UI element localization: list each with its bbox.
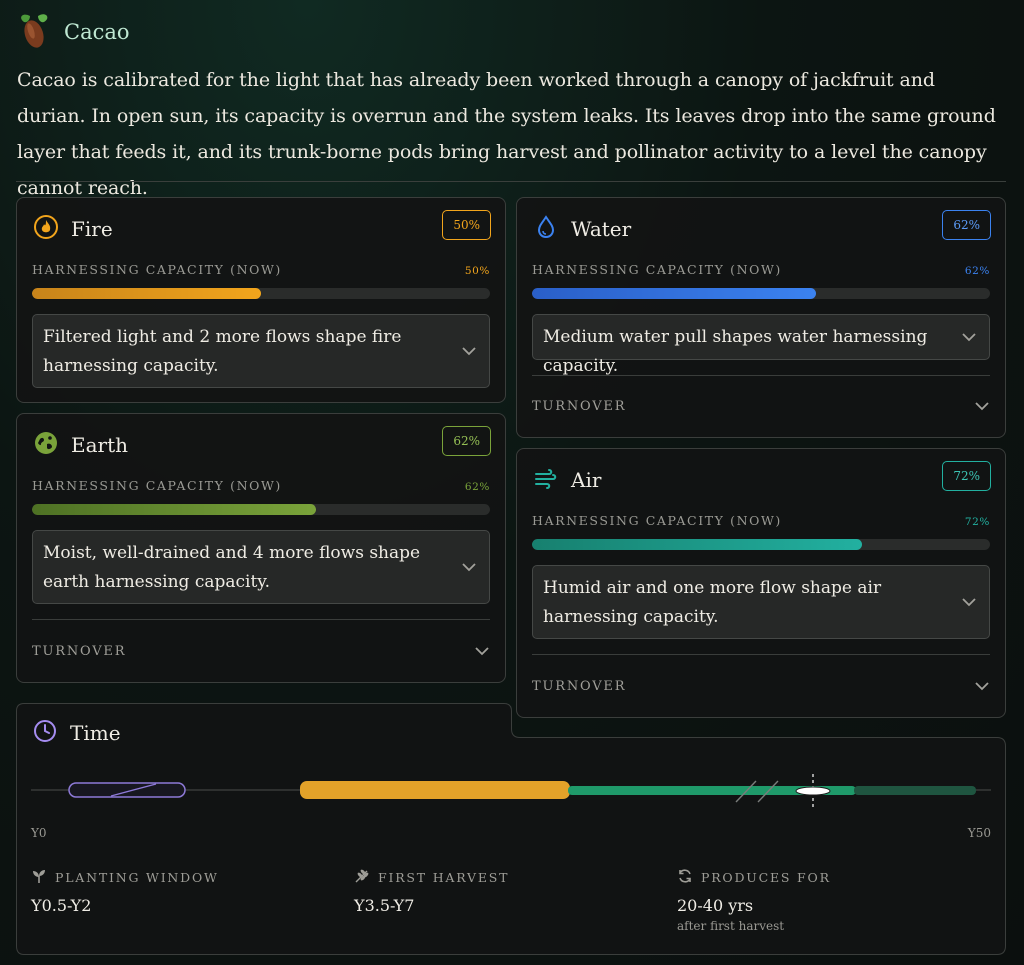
water-turnover-toggle[interactable]: TURNOVER bbox=[532, 391, 990, 421]
water-capacity-fill bbox=[532, 288, 816, 299]
intro-paragraph: Cacao is calibrated for the light that h… bbox=[17, 69, 996, 199]
water-flows-text: Medium water pull shapes water harnessin… bbox=[543, 327, 928, 376]
clock-icon bbox=[32, 718, 58, 748]
produces-for-sub: after first harvest bbox=[677, 919, 785, 933]
earth-title: Earth bbox=[71, 433, 129, 457]
air-turnover-toggle[interactable]: TURNOVER bbox=[532, 671, 990, 701]
planting-window-value: Y0.5-Y2 bbox=[31, 896, 92, 915]
fire-capacity-fill bbox=[32, 288, 261, 299]
produces-extended-bar bbox=[854, 786, 976, 795]
air-turnover-label: TURNOVER bbox=[532, 678, 627, 694]
wind-icon bbox=[533, 465, 559, 495]
time-card-outline bbox=[16, 703, 1006, 955]
air-flows-dropdown[interactable]: Humid air and one more flow shape air ha… bbox=[532, 565, 990, 639]
planting-window-stat: PLANTING WINDOW Y0.5-Y2 bbox=[31, 866, 219, 915]
divider bbox=[16, 181, 1006, 182]
planting-window-bar bbox=[68, 782, 186, 798]
chevron-down-icon bbox=[475, 647, 489, 656]
earth-capacity-fill bbox=[32, 504, 316, 515]
fire-badge: 50% bbox=[442, 210, 491, 240]
earth-card: Earth 62% HARNESSING CAPACITY (NOW) 62% … bbox=[16, 413, 506, 683]
fire-flows-dropdown[interactable]: Filtered light and 2 more flows shape fi… bbox=[32, 314, 490, 388]
water-separator bbox=[532, 375, 990, 376]
chevron-down-icon bbox=[462, 347, 476, 356]
earth-turnover-toggle[interactable]: TURNOVER bbox=[32, 636, 490, 666]
chevron-down-icon bbox=[975, 682, 989, 691]
earth-capacity-label: HARNESSING CAPACITY (NOW) bbox=[32, 478, 282, 493]
earth-capacity-pct: 62% bbox=[464, 481, 490, 493]
page-title: Cacao bbox=[64, 20, 130, 44]
water-capacity-bar bbox=[532, 288, 990, 299]
timeline-chart bbox=[31, 774, 991, 809]
air-separator bbox=[532, 654, 990, 655]
wheat-icon bbox=[354, 868, 370, 887]
air-capacity-fill bbox=[532, 539, 862, 550]
produces-for-stat: PRODUCES FOR 20-40 yrs after first harve… bbox=[677, 866, 831, 933]
now-marker bbox=[795, 774, 831, 809]
water-badge: 62% bbox=[942, 210, 991, 240]
earth-capacity-bar bbox=[32, 504, 490, 515]
refresh-icon bbox=[677, 868, 693, 887]
fire-capacity-pct: 50% bbox=[464, 265, 490, 277]
earth-turnover-label: TURNOVER bbox=[32, 643, 127, 659]
air-capacity-pct: 72% bbox=[964, 516, 990, 528]
earth-separator bbox=[32, 619, 490, 620]
chevron-down-icon bbox=[975, 402, 989, 411]
timeline-end-label: Y50 bbox=[967, 826, 991, 840]
chevron-down-icon bbox=[462, 563, 476, 572]
water-flows-dropdown[interactable]: Medium water pull shapes water harnessin… bbox=[532, 314, 990, 376]
water-capacity-label: HARNESSING CAPACITY (NOW) bbox=[532, 262, 782, 277]
fire-card: Fire 50% HARNESSING CAPACITY (NOW) 50% F… bbox=[16, 197, 506, 403]
water-drop-icon bbox=[533, 214, 559, 244]
fire-flows-text: Filtered light and 2 more flows shape fi… bbox=[43, 327, 402, 376]
fire-capacity-label: HARNESSING CAPACITY (NOW) bbox=[32, 262, 282, 277]
flame-icon bbox=[33, 214, 59, 244]
water-card: Water 62% HARNESSING CAPACITY (NOW) 62% … bbox=[516, 197, 1006, 438]
air-card: Air 72% HARNESSING CAPACITY (NOW) 72% Hu… bbox=[516, 448, 1006, 718]
first-harvest-stat: FIRST HARVEST Y3.5-Y7 bbox=[354, 866, 509, 915]
air-capacity-label: HARNESSING CAPACITY (NOW) bbox=[532, 513, 782, 528]
page-header: Cacao bbox=[16, 12, 130, 52]
earth-flows-text: Moist, well-drained and 4 more flows sha… bbox=[43, 543, 421, 592]
first-harvest-bar bbox=[300, 781, 570, 799]
water-turnover-label: TURNOVER bbox=[532, 398, 627, 414]
cacao-pod-icon bbox=[16, 10, 54, 54]
first-harvest-value: Y3.5-Y7 bbox=[354, 896, 415, 915]
produces-for-label: PRODUCES FOR bbox=[701, 869, 831, 885]
water-title: Water bbox=[571, 217, 632, 241]
earth-badge: 62% bbox=[442, 426, 491, 456]
produces-for-value: 20-40 yrs bbox=[677, 896, 754, 915]
fire-capacity-bar bbox=[32, 288, 490, 299]
time-title: Time bbox=[70, 721, 121, 745]
earth-flows-dropdown[interactable]: Moist, well-drained and 4 more flows sha… bbox=[32, 530, 490, 604]
water-capacity-pct: 62% bbox=[964, 265, 990, 277]
sprout-icon bbox=[31, 868, 47, 887]
air-title: Air bbox=[571, 468, 602, 492]
earth-globe-icon bbox=[33, 430, 59, 460]
fire-title: Fire bbox=[71, 217, 113, 241]
timeline-start-label: Y0 bbox=[31, 826, 47, 840]
chevron-down-icon bbox=[962, 333, 976, 342]
first-harvest-label: FIRST HARVEST bbox=[378, 869, 510, 885]
chevron-down-icon bbox=[962, 598, 976, 607]
time-card: Time Y0 Y50 bbox=[16, 703, 1006, 955]
air-capacity-bar bbox=[532, 539, 990, 550]
air-badge: 72% bbox=[942, 461, 991, 491]
air-flows-text: Humid air and one more flow shape air ha… bbox=[543, 578, 882, 627]
planting-window-label: PLANTING WINDOW bbox=[55, 869, 219, 885]
